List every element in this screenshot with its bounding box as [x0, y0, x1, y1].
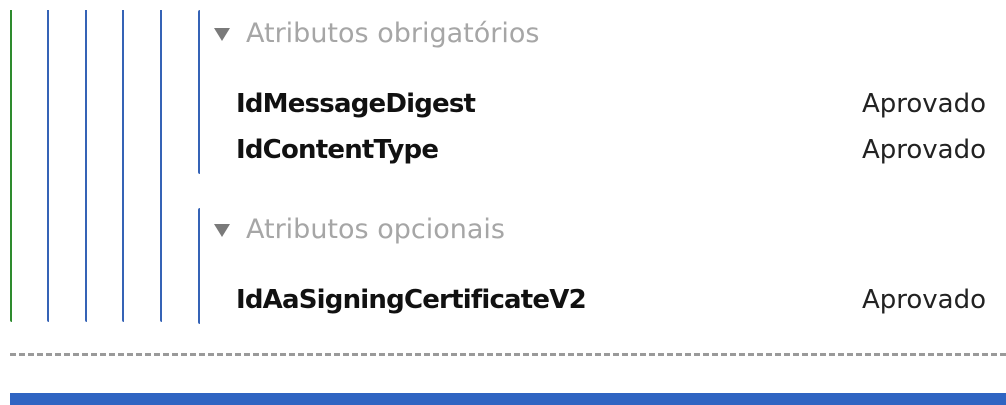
caret-down-icon [214, 224, 230, 237]
tree-rail-level-2 [47, 10, 49, 322]
attribute-status: Aprovado [861, 135, 986, 165]
attribute-row: IdAaSigningCertificateV2 Aprovado [236, 278, 986, 322]
attribute-name: IdMessageDigest [236, 89, 476, 119]
tree-rail-level-3 [85, 10, 87, 322]
dashed-divider [10, 353, 1006, 356]
tree-rail-level-4 [122, 10, 124, 322]
required-attributes-group: Atributos obrigatórios IdMessageDigest A… [198, 10, 986, 174]
attribute-row: IdContentType Aprovado [236, 128, 986, 172]
attribute-status: Aprovado [861, 89, 986, 119]
attribute-name: IdAaSigningCertificateV2 [236, 285, 587, 315]
attribute-status: Aprovado [861, 285, 986, 315]
required-attributes-toggle[interactable]: Atributos obrigatórios [214, 18, 539, 49]
tree-rail-level-5 [160, 10, 162, 322]
group-title: Atributos opcionais [246, 214, 505, 245]
caret-down-icon [214, 28, 230, 41]
optional-attributes-toggle[interactable]: Atributos opcionais [214, 214, 505, 245]
attribute-row: IdMessageDigest Aprovado [236, 82, 986, 126]
tree-rail-level-1 [10, 10, 12, 322]
section-header-bar [10, 393, 1006, 405]
optional-attributes-group: Atributos opcionais IdAaSigningCertifica… [198, 208, 986, 324]
group-title: Atributos obrigatórios [246, 18, 540, 49]
attribute-name: IdContentType [236, 135, 439, 165]
